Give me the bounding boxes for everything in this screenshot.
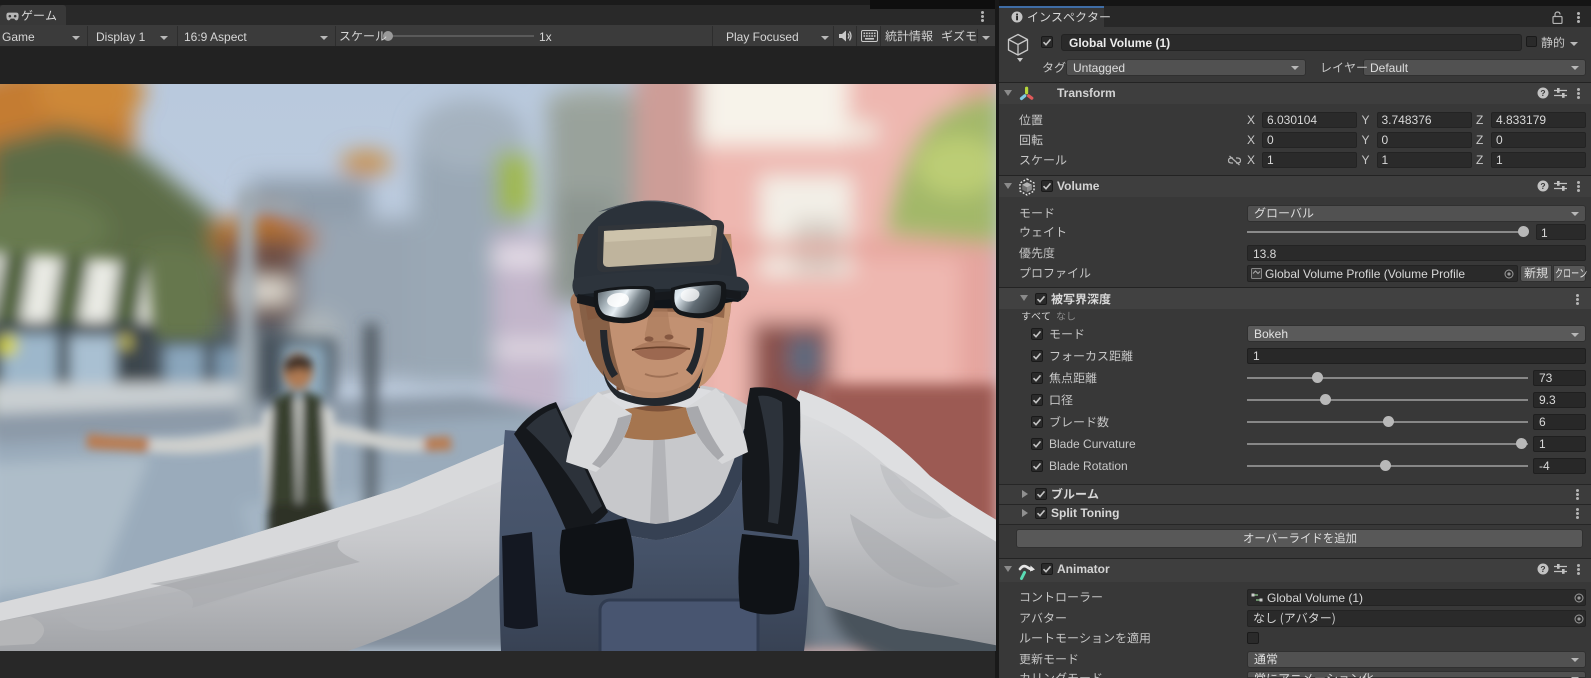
svg-text:?: ? (1540, 88, 1545, 98)
svg-text:?: ? (1540, 564, 1545, 574)
svg-text:?: ? (1540, 181, 1545, 191)
